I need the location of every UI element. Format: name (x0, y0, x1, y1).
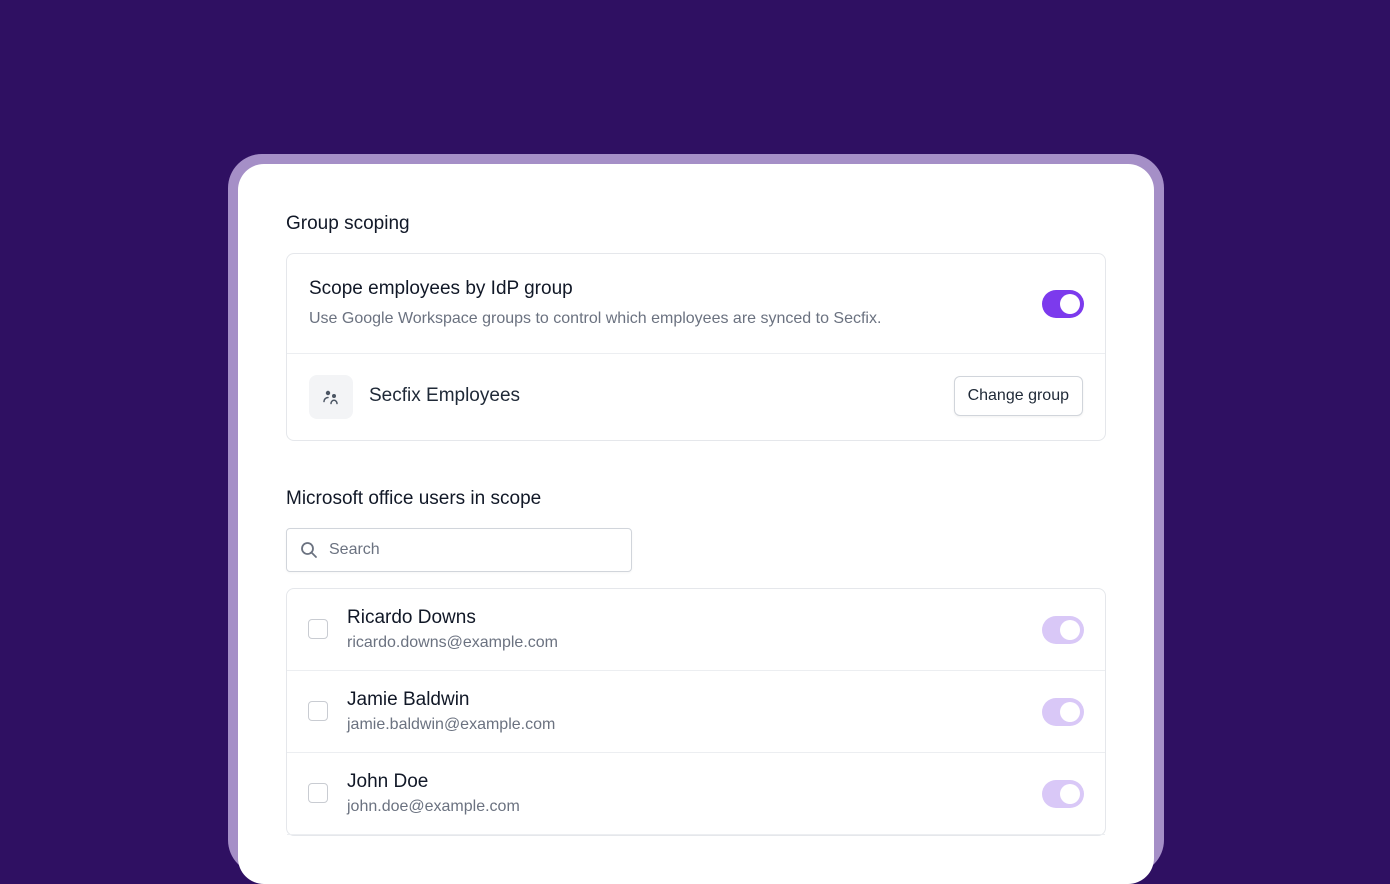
scope-toggle[interactable] (1042, 290, 1084, 318)
user-email: ricardo.downs@example.com (347, 634, 558, 651)
search-icon (300, 541, 318, 564)
user-name: John Doe (347, 771, 429, 792)
user-toggle[interactable] (1042, 698, 1084, 726)
user-row: John Doe john.doe@example.com (287, 753, 1105, 835)
selected-group-row: Secfix Employees Change group (287, 354, 1105, 440)
toggle-knob (1060, 294, 1080, 314)
scope-setting-description: Use Google Workspace groups to control w… (309, 310, 882, 327)
user-toggle[interactable] (1042, 780, 1084, 808)
scope-setting-row: Scope employees by IdP group Use Google … (287, 254, 1105, 354)
user-checkbox[interactable] (308, 783, 328, 803)
user-toggle[interactable] (1042, 616, 1084, 644)
users-section-title: Microsoft office users in scope (286, 488, 542, 509)
user-email: jamie.baldwin@example.com (347, 716, 556, 733)
user-name: Ricardo Downs (347, 607, 476, 628)
change-group-button[interactable]: Change group (953, 376, 1083, 416)
app-frame: Group scoping Scope employees by IdP gro… (228, 154, 1164, 884)
search-box[interactable] (286, 528, 632, 572)
user-name: Jamie Baldwin (347, 689, 470, 710)
user-checkbox[interactable] (308, 619, 328, 639)
toggle-knob (1060, 784, 1080, 804)
group-scoping-card: Scope employees by IdP group Use Google … (286, 253, 1106, 441)
toggle-knob (1060, 702, 1080, 722)
scope-setting-title: Scope employees by IdP group (309, 278, 573, 299)
group-name: Secfix Employees (369, 385, 521, 406)
user-row: Ricardo Downs ricardo.downs@example.com (287, 589, 1105, 671)
user-row: Jamie Baldwin jamie.baldwin@example.com (287, 671, 1105, 753)
search-input[interactable] (329, 529, 619, 571)
toggle-knob (1060, 620, 1080, 640)
user-email: john.doe@example.com (347, 798, 520, 815)
settings-panel: Group scoping Scope employees by IdP gro… (238, 164, 1154, 884)
users-list: Ricardo Downs ricardo.downs@example.com … (286, 588, 1106, 836)
user-checkbox[interactable] (308, 701, 328, 721)
users-icon (309, 375, 353, 419)
group-scoping-title: Group scoping (286, 213, 410, 234)
users-section: Microsoft office users in scope Ricardo … (286, 487, 1106, 836)
